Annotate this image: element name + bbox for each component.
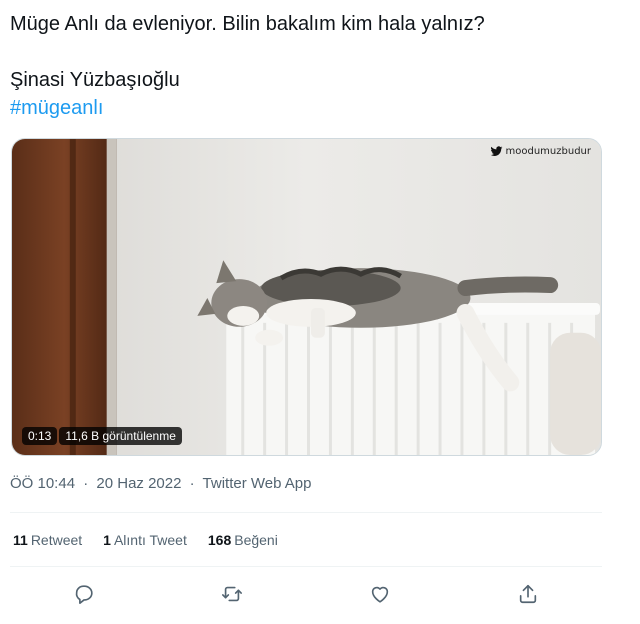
tweet-time[interactable]: ÖÖ 10:44 [10, 475, 75, 492]
share-button[interactable] [516, 582, 540, 606]
retweet-icon [222, 586, 242, 602]
tweet-source[interactable]: Twitter Web App [203, 475, 312, 492]
tweet-meta: ÖÖ 10:44 · 20 Haz 2022 · Twitter Web App [10, 475, 312, 492]
tweet-text: Müge Anlı da evleniyor. Bilin bakalım ki… [10, 10, 610, 122]
video-player[interactable]: moodumuzbudur 0:13 11,6 B görüntülenme [11, 138, 602, 456]
tweet-text-line: Müge Anlı da evleniyor. Bilin bakalım ki… [10, 13, 485, 35]
retweets-stat[interactable]: 11 Retweet [13, 532, 82, 548]
divider [10, 566, 602, 567]
retweets-label: Retweet [30, 532, 83, 548]
retweets-count: 11 [13, 532, 28, 548]
quotes-count: 1 [103, 532, 111, 548]
divider [10, 512, 602, 513]
likes-count: 168 [207, 532, 232, 548]
heart-icon [371, 586, 389, 603]
hashtag-link[interactable]: #mügeanlı [10, 94, 610, 122]
meta-separator: · [189, 475, 195, 492]
twitter-bird-icon [490, 146, 502, 156]
likes-stat[interactable]: 168 Beğeni [208, 532, 278, 548]
tweet-stats: 11 Retweet 1 Alıntı Tweet 168 Beğeni [13, 532, 278, 548]
like-button[interactable] [368, 582, 392, 606]
watermark: moodumuzbudur [490, 145, 591, 158]
quotes-stat[interactable]: 1 Alıntı Tweet [103, 532, 187, 548]
video-duration: 0:13 [22, 427, 58, 445]
watermark-text: moodumuzbudur [505, 146, 591, 157]
tweet-date[interactable]: 20 Haz 2022 [96, 475, 181, 492]
tweet-actions [10, 578, 602, 610]
retweet-button[interactable] [220, 582, 244, 606]
video-view-count: 11,6 B görüntülenme [59, 427, 182, 445]
video-badges: 0:13 11,6 B görüntülenme [22, 427, 182, 445]
meta-separator: · [83, 475, 89, 492]
reply-icon [75, 585, 93, 604]
share-icon [519, 584, 537, 604]
video-frame [12, 139, 601, 455]
tweet-text-gap [10, 38, 610, 66]
tweet-text-line: Şinasi Yüzbaşıoğlu [10, 69, 180, 91]
reply-button[interactable] [72, 582, 96, 606]
quotes-label: Alıntı Tweet [113, 532, 187, 548]
likes-label: Beğeni [234, 532, 278, 548]
